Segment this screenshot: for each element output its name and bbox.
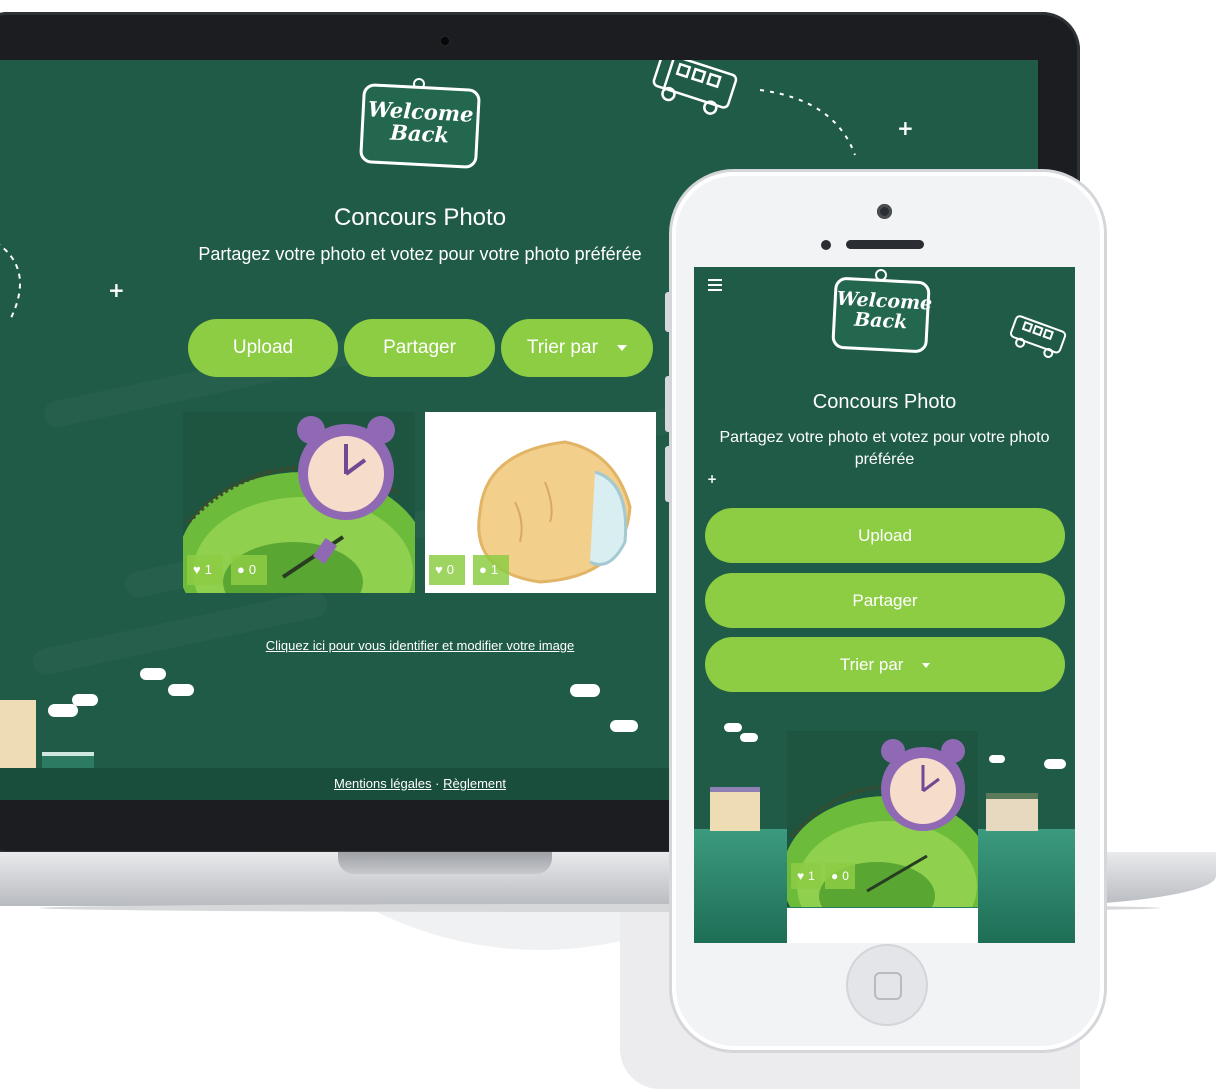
share-button[interactable]: Partager [705,573,1065,628]
comment-counter[interactable]: ● 0 [231,555,267,585]
like-counter[interactable]: ♥ 1 [791,863,821,889]
caret-down-icon [922,663,931,669]
school-bus-icon [1009,315,1067,358]
caret-down-icon [617,344,628,351]
dashed-arc-decoration [0,244,21,321]
cloud-decoration [610,720,638,732]
plus-decoration: + [707,472,718,486]
comment-count: 0 [842,869,849,883]
building-decoration [710,787,760,831]
cloud-decoration [740,733,758,742]
cloud-decoration [570,684,600,697]
phone-sensor [821,240,831,250]
mobile-page: Welcome Back Concours Photo Partagez vot… [694,267,1075,943]
page-subtitle: Partagez votre photo et votez pour votre… [198,244,642,264]
hamburger-icon[interactable] [708,279,722,291]
rules-link[interactable]: Règlement [443,776,506,791]
cloud-decoration [48,704,78,717]
cloud-decoration [72,694,98,706]
plus-decoration: + [897,116,914,140]
speech-bubble-icon: ● [237,562,245,577]
page-title: Concours Photo [812,391,957,413]
heart-icon: ♥ [797,869,805,883]
speech-bubble-icon: ● [479,562,487,577]
legal-link[interactable]: Mentions légales [334,776,432,791]
footer-separator: · [435,776,440,791]
photo-card-next[interactable] [787,908,978,943]
like-count: 1 [204,562,212,577]
speech-bubble-icon: ● [831,869,839,883]
cloud-decoration [1044,759,1066,769]
heart-icon: ♥ [193,562,201,577]
welcome-back-logo: Welcome Back [358,82,482,170]
comment-count: 0 [248,562,257,577]
share-button[interactable]: Partager [344,319,495,377]
page-subtitle: Partagez votre photo et votez pour votre… [719,429,1050,468]
sort-dropdown-label: Trier par [839,655,904,674]
like-counter[interactable]: ♥ 0 [429,555,465,585]
cloud-decoration [989,755,1005,763]
home-square-icon [874,972,902,1000]
phone-camera [877,204,892,219]
like-count: 0 [446,562,454,577]
photo-card[interactable]: ♥ 0 ● 1 [425,412,656,593]
upload-button[interactable]: Upload [705,508,1065,563]
upload-button[interactable]: Upload [188,319,338,377]
comment-counter[interactable]: ● 1 [473,555,509,585]
phone-speaker [846,240,924,249]
sort-dropdown[interactable]: Trier par [501,319,653,377]
home-button[interactable] [846,944,928,1026]
laptop-camera [438,34,452,48]
heart-icon: ♥ [435,562,443,577]
comment-counter[interactable]: ● 0 [825,863,855,889]
cloud-decoration [140,668,166,680]
school-bus-icon [652,60,856,156]
login-link[interactable]: Cliquez ici pour vous identifier et modi… [170,638,670,653]
photo-card[interactable]: ♥ 1 ● 0 [183,412,415,593]
cloud-decoration [724,723,742,732]
sort-dropdown[interactable]: Trier par [705,637,1065,692]
chalk-streak [31,589,330,677]
laptop-notch [338,852,552,874]
photo-card[interactable]: ♥ 1 ● 0 [787,731,978,907]
page-title: Concours Photo [333,204,507,231]
welcome-back-logo: Welcome Back [831,276,933,354]
building-decoration [986,793,1038,831]
plus-decoration: + [108,278,125,302]
like-counter[interactable]: ♥ 1 [187,555,223,585]
footer-links: Mentions légales · Règlement [170,776,670,791]
comment-count: 1 [490,562,499,577]
cloud-decoration [168,684,194,696]
like-count: 1 [808,869,815,883]
sort-dropdown-label: Trier par [526,337,598,358]
